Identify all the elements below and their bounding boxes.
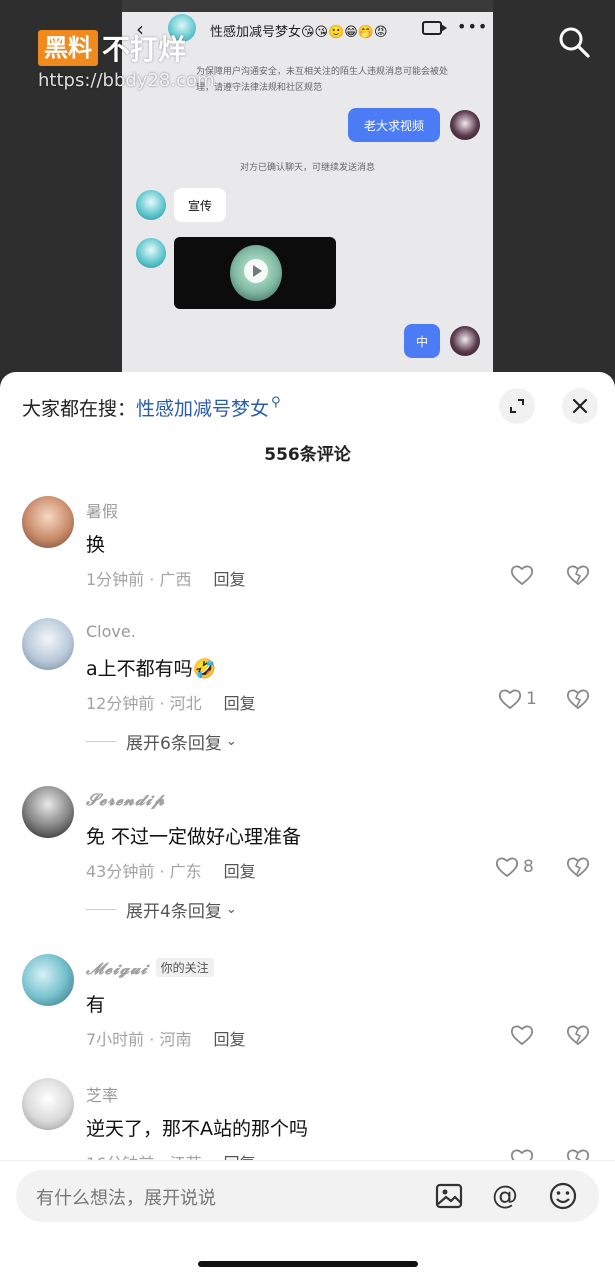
expand-icon: [510, 399, 524, 413]
comment-text: 免 不过一定做好心理准备: [86, 826, 302, 848]
heart-icon: [495, 857, 519, 878]
broken-heart-icon: [566, 689, 590, 710]
image-icon[interactable]: [434, 1181, 464, 1211]
reply-button[interactable]: 回复: [213, 1030, 245, 1049]
like-button[interactable]: [510, 1024, 534, 1046]
like-button[interactable]: 8: [495, 856, 534, 878]
search-icon[interactable]: [556, 24, 592, 60]
dislike-button[interactable]: [566, 856, 590, 882]
play-icon: [244, 259, 268, 283]
comment-username[interactable]: 𝓢𝓮𝓻𝓮𝓷𝓭𝓲𝓹: [86, 790, 165, 810]
comment-meta: 1分钟前 · 广西 回复: [86, 566, 245, 590]
comment-time-location: 1分钟前 · 广西: [86, 570, 192, 589]
comment-meta: 7小时前 · 河南 回复: [86, 1026, 245, 1050]
video-letterbox-right: [493, 0, 615, 380]
comment-meta: 12分钟前 · 河北 回复: [86, 690, 256, 714]
video-player[interactable]: ‹ 性感加减号梦女😘😘🙂😁🤭😡 ••• 为保障用户沟通安全，未互相关注的陌生人违…: [0, 0, 615, 380]
broken-heart-icon: [566, 1025, 590, 1046]
expand-replies-label: 展开4条回复: [126, 902, 222, 922]
broken-heart-icon: [566, 857, 590, 878]
comment-text: 有: [86, 994, 106, 1016]
dislike-button[interactable]: [566, 1024, 590, 1050]
like-button[interactable]: 1: [498, 688, 537, 710]
comment-text: a上不都有吗🤣: [86, 658, 217, 680]
comment-text: 逆天了，那不A站的那个吗: [86, 1118, 308, 1140]
watermark-logo-text: 不打烊: [102, 33, 187, 66]
like-button[interactable]: [510, 564, 534, 586]
broken-heart-icon: [566, 565, 590, 586]
chat-bubble-received: 宣传: [174, 188, 226, 222]
other-avatar: [136, 238, 166, 268]
mention-icon[interactable]: @: [490, 1181, 520, 1211]
hot-search-keyword[interactable]: 性感加减号梦女: [136, 394, 269, 421]
comment-username[interactable]: Clove.: [86, 622, 136, 641]
comment-username[interactable]: 芝率: [86, 1082, 118, 1106]
chat-system-message: 对方已确认聊天，可继续发送消息: [239, 163, 375, 173]
avatar[interactable]: [22, 954, 74, 1006]
watermark-url: https://bbdy28.com: [38, 70, 215, 91]
avatar[interactable]: [22, 786, 74, 838]
heart-icon: [510, 1025, 534, 1046]
expand-button[interactable]: [499, 388, 535, 424]
chat-bubble-sent: 中: [404, 324, 440, 358]
avatar[interactable]: [22, 1078, 74, 1130]
close-icon: [572, 398, 588, 414]
chevron-down-icon: ⌄: [225, 734, 237, 749]
dislike-button[interactable]: [566, 688, 590, 714]
heart-icon: [498, 689, 522, 710]
comment-username-text: 𝓜𝓮𝓲𝓰𝓾𝓲: [86, 959, 148, 978]
emoji-icon[interactable]: [548, 1181, 578, 1211]
chat-video-message: [174, 237, 336, 309]
divider: [86, 741, 116, 742]
my-avatar: [450, 326, 480, 356]
following-badge: 你的关注: [155, 958, 214, 977]
chevron-down-icon: ⌄: [225, 902, 237, 917]
svg-text:@: @: [492, 1181, 518, 1211]
video-call-icon: [422, 21, 447, 35]
comment-meta: 43分钟前 · 广东 回复: [86, 858, 256, 882]
search-small-icon: ⚲: [271, 395, 281, 410]
hot-search-label: 大家都在搜：: [22, 398, 137, 420]
avatar[interactable]: [22, 496, 74, 548]
expand-replies[interactable]: 展开4条回复 ⌄: [86, 897, 237, 922]
hot-search-link[interactable]: 大家都在搜： 性感加减号梦女 ⚲: [22, 394, 281, 421]
like-count: 8: [523, 857, 534, 877]
comment-time-location: 43分钟前 · 广东: [86, 862, 202, 881]
chat-title: 性感加减号梦女😘😘🙂😁🤭😡: [210, 25, 388, 40]
comment-count: 556条评论: [264, 445, 351, 465]
avatar[interactable]: [22, 618, 74, 670]
dislike-button[interactable]: [566, 564, 590, 590]
my-avatar: [450, 110, 480, 140]
comment-username[interactable]: 𝓜𝓮𝓲𝓰𝓾𝓲 你的关注: [86, 958, 214, 979]
comment-sheet: 大家都在搜： 性感加减号梦女 ⚲ 556条评论 暑假 换 1分钟前 · 广西 回复: [0, 372, 615, 1280]
expand-replies[interactable]: 展开6条回复 ⌄: [86, 729, 237, 754]
reply-button[interactable]: 回复: [213, 570, 245, 589]
home-indicator: [198, 1261, 418, 1267]
divider: [86, 909, 116, 910]
other-avatar: [136, 190, 166, 220]
comment-input-placeholder: 有什么想法，展开说说: [36, 1188, 216, 1209]
reply-button[interactable]: 回复: [224, 862, 256, 881]
comment-username[interactable]: 暑假: [86, 498, 118, 522]
comment-time-location: 12分钟前 · 河北: [86, 694, 202, 713]
more-icon: •••: [457, 17, 489, 36]
comment-text: 换: [86, 534, 106, 556]
reply-button[interactable]: 回复: [224, 694, 256, 713]
heart-icon: [510, 565, 534, 586]
watermark-logo-box: 黑料: [38, 30, 98, 66]
expand-replies-label: 展开6条回复: [126, 734, 222, 754]
chat-bubble-sent: 老大求视频: [348, 108, 440, 142]
like-count: 1: [526, 689, 537, 709]
comment-input[interactable]: 有什么想法，展开说说 @: [16, 1170, 599, 1222]
close-button[interactable]: [562, 388, 598, 424]
chat-safety-notice: 为保障用户沟通安全，未互相关注的陌生人违规消息可能会被处理，请遵守法律法规和社区…: [196, 67, 449, 93]
comment-time-location: 7小时前 · 河南: [86, 1030, 192, 1049]
watermark-logo: 黑料 不打烊: [38, 30, 186, 66]
